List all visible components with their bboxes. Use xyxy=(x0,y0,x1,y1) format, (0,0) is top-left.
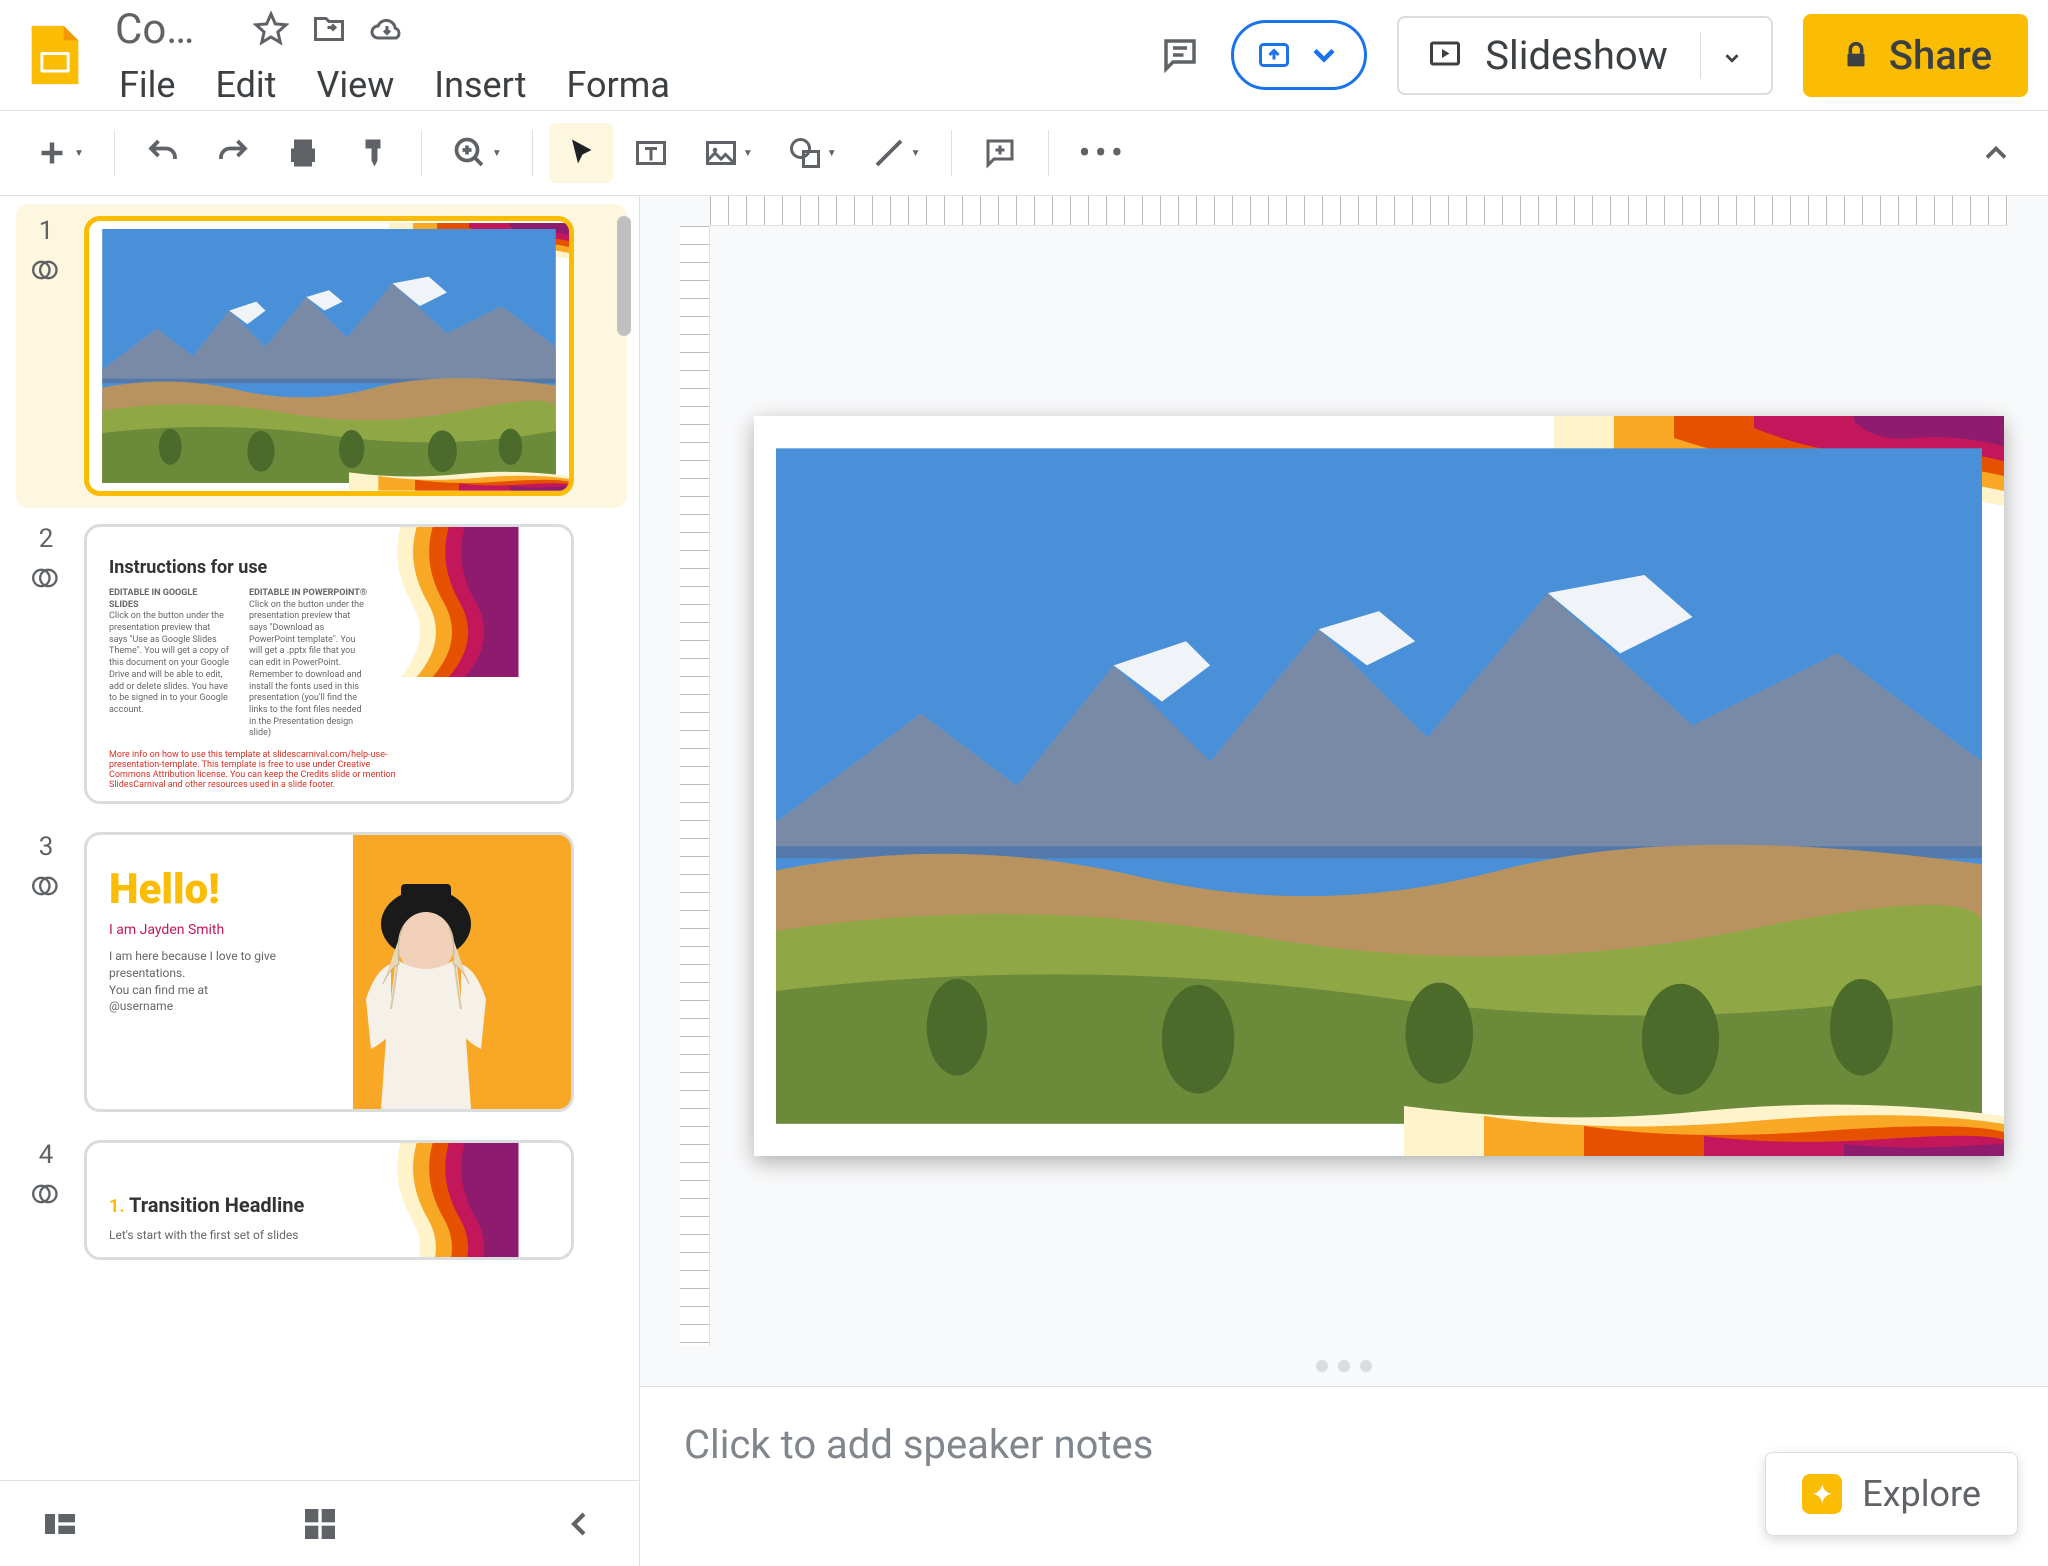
menu-view[interactable]: View xyxy=(316,64,394,106)
thumb-scrollbar[interactable] xyxy=(617,216,631,336)
slide-thumb-4[interactable]: 4 1. Transition Headline Let's start wit… xyxy=(28,1140,615,1260)
vertical-ruler[interactable] xyxy=(680,226,710,1346)
chevron-down-icon xyxy=(1306,37,1342,73)
grid-view-icon[interactable] xyxy=(300,1504,340,1544)
animation-icon xyxy=(32,564,60,592)
star-icon[interactable] xyxy=(253,11,289,47)
lock-icon xyxy=(1839,38,1873,72)
line-button[interactable]: ▼ xyxy=(857,123,935,183)
slideshow-button[interactable]: Slideshow xyxy=(1397,16,1773,95)
chevron-down-icon xyxy=(1721,47,1743,69)
present-dropdown[interactable] xyxy=(1231,20,1367,90)
print-button[interactable] xyxy=(271,123,335,183)
slides-logo-icon xyxy=(20,20,90,90)
menubar: File Edit View Insert Forma xyxy=(115,54,670,106)
slide-photo[interactable] xyxy=(776,438,1982,1134)
explore-icon: ✦ xyxy=(1802,1474,1842,1514)
collapse-panel-icon[interactable] xyxy=(559,1504,599,1544)
paint-format-button[interactable] xyxy=(341,123,405,183)
menu-edit[interactable]: Edit xyxy=(216,64,277,106)
pager-dots xyxy=(640,1346,2048,1386)
share-label: Share xyxy=(1889,32,1992,79)
shape-button[interactable]: ▼ xyxy=(773,123,851,183)
text-box-button[interactable] xyxy=(619,123,683,183)
document-title[interactable]: Co… xyxy=(115,5,235,54)
add-comment-button[interactable] xyxy=(968,123,1032,183)
slideshow-label: Slideshow xyxy=(1485,32,1668,79)
toolbar: ▼ ▼ ▼ ▼ ▼ ••• xyxy=(0,110,2048,196)
wave-decoration xyxy=(1404,1076,2004,1156)
horizontal-ruler[interactable] xyxy=(710,196,2008,226)
share-button[interactable]: Share xyxy=(1803,14,2028,97)
explore-button[interactable]: ✦ Explore xyxy=(1765,1452,2018,1536)
slideshow-dropdown[interactable] xyxy=(1700,32,1743,79)
person-illustration xyxy=(341,869,511,1109)
canvas-area: Click to add speaker notes ✦ Explore xyxy=(640,196,2048,1566)
new-slide-button[interactable]: ▼ xyxy=(20,123,98,183)
slide-thumb-1[interactable]: 1 xyxy=(16,204,627,508)
animation-icon xyxy=(32,872,60,900)
main-slide[interactable] xyxy=(754,416,2004,1156)
present-up-icon xyxy=(1256,37,1292,73)
comment-history-button[interactable] xyxy=(1159,34,1201,76)
move-icon[interactable] xyxy=(311,11,347,47)
animation-icon xyxy=(32,256,60,284)
zoom-button[interactable]: ▼ xyxy=(438,123,516,183)
titlebar: Co… File Edit View Insert Forma Slidesho… xyxy=(0,0,2048,110)
animation-icon xyxy=(32,1180,60,1208)
menu-file[interactable]: File xyxy=(119,64,176,106)
menu-format[interactable]: Forma xyxy=(567,64,670,106)
undo-button[interactable] xyxy=(131,123,195,183)
menu-insert[interactable]: Insert xyxy=(434,64,526,106)
slide-panel: 1 2 Instructions for use xyxy=(0,196,640,1566)
filmstrip-view-icon[interactable] xyxy=(40,1504,80,1544)
slide-thumb-2[interactable]: 2 Instructions for use EDITABLE IN GOOGL… xyxy=(28,524,615,804)
redo-button[interactable] xyxy=(201,123,265,183)
slideshow-icon xyxy=(1427,37,1463,73)
image-button[interactable]: ▼ xyxy=(689,123,767,183)
cloud-icon[interactable] xyxy=(369,11,405,47)
slide-thumb-3[interactable]: 3 Hello! I am Jayden Smith I am here bec… xyxy=(28,832,615,1112)
more-button[interactable]: ••• xyxy=(1065,120,1141,186)
collapse-toolbar-button[interactable] xyxy=(1964,123,2028,183)
cursor-button[interactable] xyxy=(549,123,613,183)
